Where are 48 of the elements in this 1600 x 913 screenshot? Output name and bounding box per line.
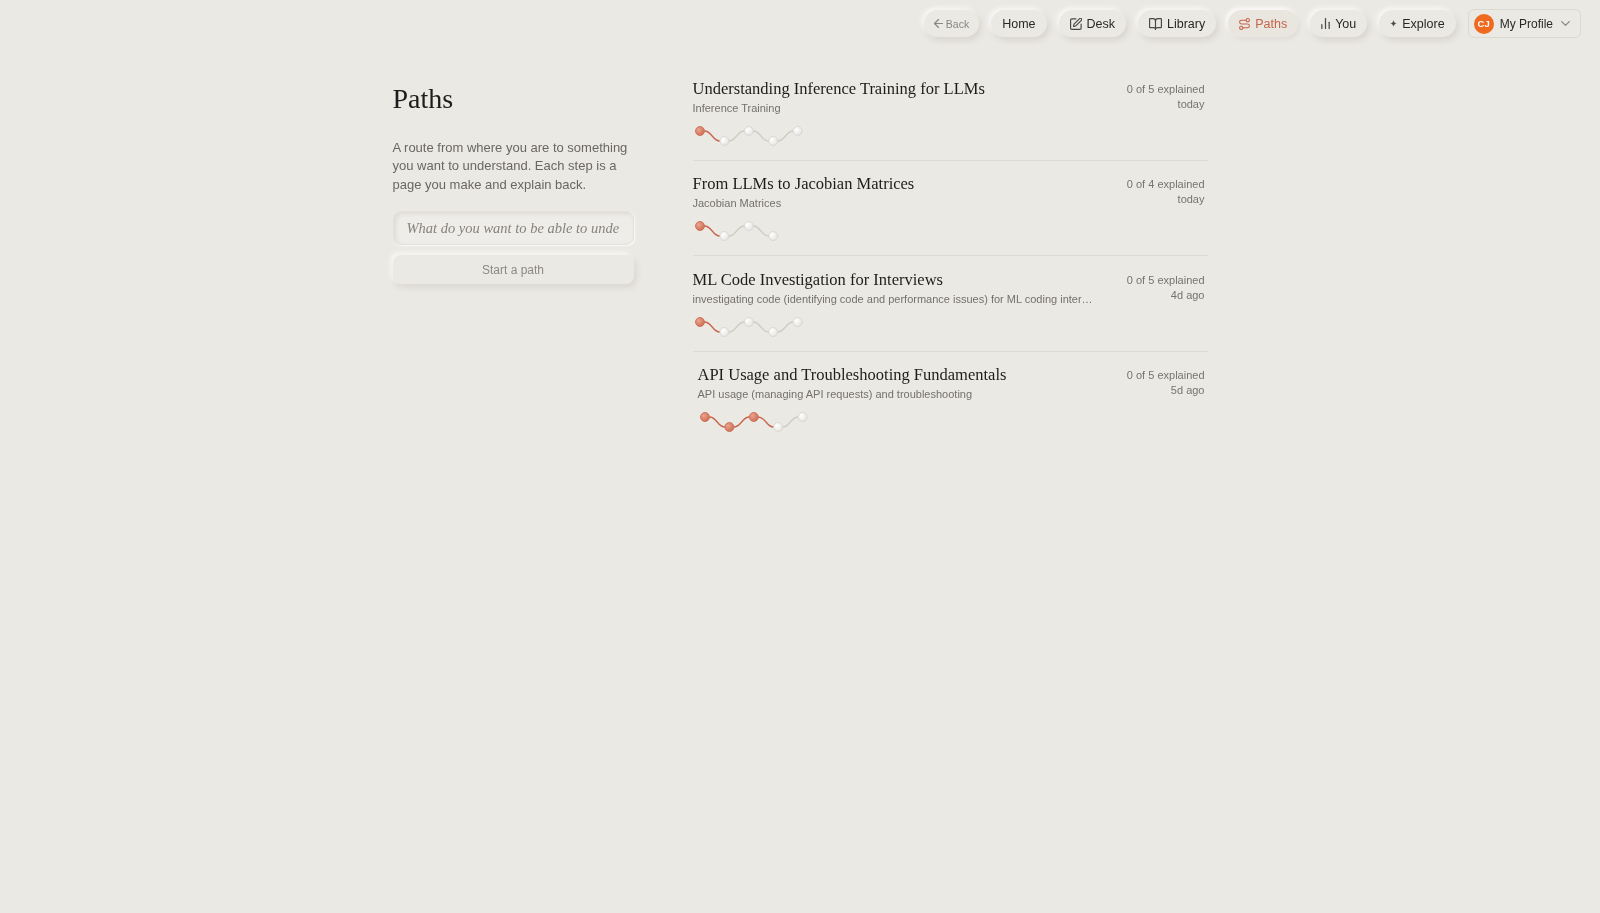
- path-subtitle: API usage (managing API requests) and troubleshooting: [697, 387, 973, 402]
- step-connector: [776, 129, 794, 142]
- open-book-icon: [1149, 17, 1162, 30]
- step-connector: [776, 320, 794, 333]
- progress-text: 0 of 5 explained: [1126, 368, 1205, 383]
- profile-avatar: CJ: [1473, 13, 1494, 34]
- nav-tab[interactable]: Desk: [1058, 10, 1126, 37]
- step-connector: [752, 129, 769, 142]
- updated-time: 4d ago: [1170, 287, 1205, 303]
- step-connector: [708, 416, 726, 428]
- goal-input-field[interactable]: What do you want to be able to unde: [392, 211, 634, 246]
- step-connector: [703, 225, 721, 237]
- chevron-down-icon: [1561, 21, 1570, 26]
- path-title[interactable]: API Usage and Troubleshooting Fundamentals: [697, 365, 1007, 385]
- path-subtitle: Inference Training: [692, 100, 781, 116]
- page-description: A route from where you are to something you want to understand. Each step is a page you make and explain back.: [392, 139, 629, 194]
- updated-time: today: [1177, 96, 1205, 112]
- step-connector: [727, 129, 745, 142]
- step-connector: [703, 320, 721, 333]
- step-connector: [732, 416, 750, 428]
- step-connector: [781, 416, 799, 428]
- path-title[interactable]: ML Code Investigation for Interviews: [692, 269, 943, 290]
- page-title: Paths: [392, 82, 455, 116]
- step-connector: [752, 320, 769, 333]
- path-subtitle: investigating code (identifying code and performance issues) for ML coding inter…: [692, 291, 1093, 307]
- path-title[interactable]: Understanding Inference Training for LLMs: [692, 78, 985, 99]
- step-connector: [752, 225, 769, 237]
- progress-text: 0 of 4 explained: [1126, 177, 1205, 192]
- nav-tab[interactable]: Explore: [1379, 10, 1456, 37]
- step-connector: [727, 320, 745, 333]
- step-connector: [703, 129, 721, 142]
- path-subtitle: Jacobian Matrices: [692, 196, 782, 211]
- path-title[interactable]: From LLMs to Jacobian Matrices: [692, 174, 915, 194]
- progress-text: 0 of 5 explained: [1126, 81, 1205, 97]
- nav-tab[interactable]: Home: [991, 10, 1047, 37]
- square-pen-icon: [1069, 17, 1082, 30]
- step-connector: [727, 225, 745, 237]
- route-icon: [1239, 17, 1251, 30]
- step-connector: [757, 416, 774, 428]
- profile-button[interactable]: CJ My Profile: [1467, 9, 1581, 38]
- updated-time: today: [1177, 192, 1205, 207]
- bar-chart-icon: [1321, 18, 1331, 29]
- sparkle-icon: [1390, 20, 1398, 27]
- progress-text: 0 of 5 explained: [1126, 272, 1205, 288]
- arrow-left-icon: [933, 19, 943, 28]
- nav-tab[interactable]: Library: [1138, 10, 1217, 37]
- updated-time: 5d ago: [1170, 383, 1205, 398]
- nav-tab[interactable]: You: [1310, 10, 1368, 37]
